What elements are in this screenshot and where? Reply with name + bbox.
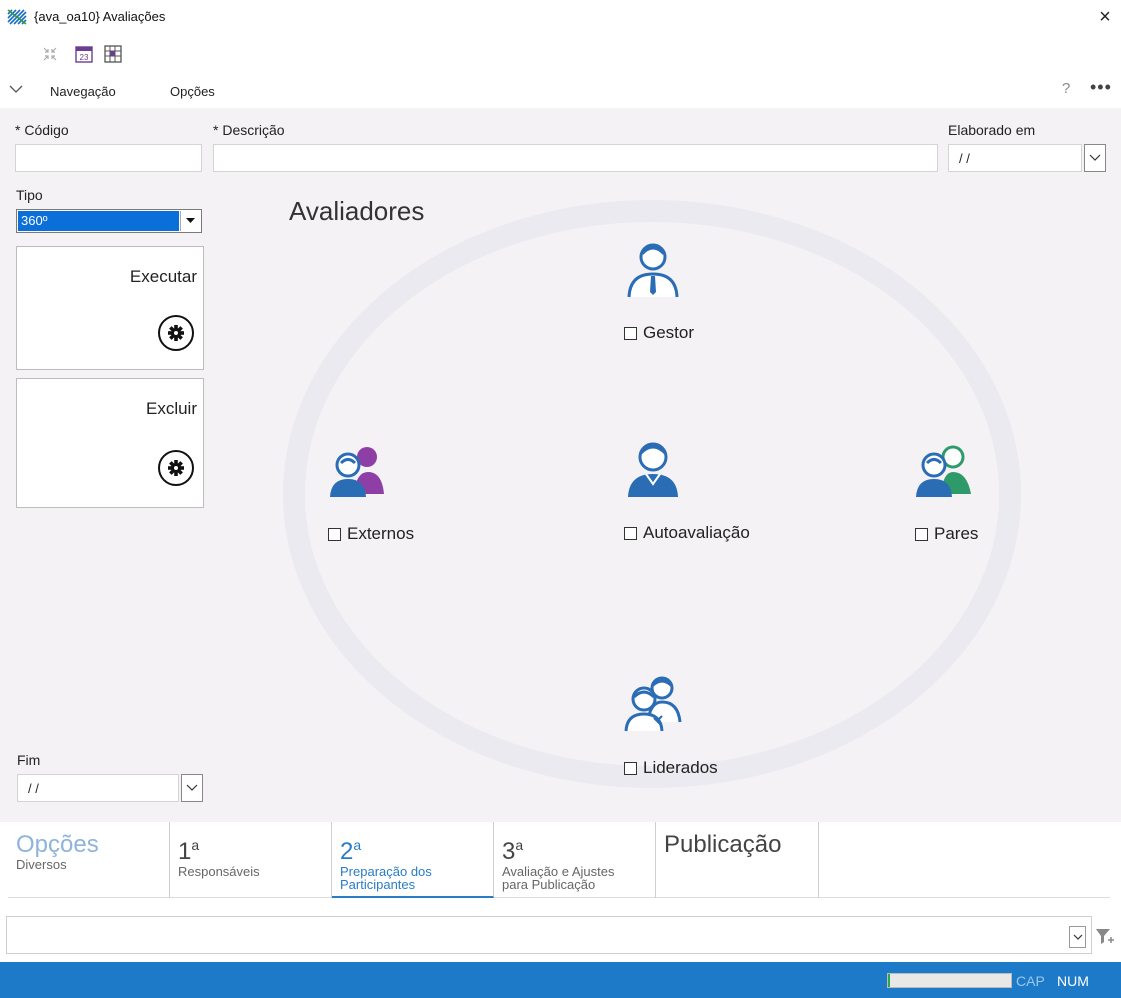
tab-preparacao-participantes[interactable]: 2a Preparação dos Participantes (332, 822, 494, 898)
self-person-icon (628, 442, 678, 497)
tab-title: 3a (502, 832, 655, 865)
tab-title: Opções (16, 831, 99, 858)
app-logo-icon (7, 9, 27, 25)
gestor-label: Gestor (643, 323, 695, 342)
tab-subtitle: Avaliação e Ajustes para Publicação (502, 864, 615, 892)
chevron-down-icon (1073, 934, 1082, 940)
tab-ordinal: a (353, 837, 362, 853)
checkbox-box[interactable] (624, 761, 637, 775)
autoavaliacao-checkbox[interactable]: Autoavaliação (624, 523, 750, 543)
progress-bar (887, 973, 1012, 988)
tab-number: 1 (178, 838, 192, 865)
tab-number: 3 (502, 838, 516, 865)
title-bar: {ava_oa10} Avaliações × (0, 0, 1121, 36)
filter-input[interactable] (6, 916, 1092, 954)
num-lock-indicator: NUM (1057, 973, 1089, 989)
tab-title: 1a (178, 832, 331, 865)
peers-icon (916, 445, 971, 497)
step-tabs: Opções Diversos 1a Responsáveis 2a Prepa… (8, 822, 1110, 898)
liderados-checkbox[interactable]: Liderados (624, 758, 718, 778)
caps-lock-indicator: CAP (1016, 973, 1045, 989)
manager-icon (627, 243, 679, 298)
grid-icon[interactable] (103, 44, 123, 64)
tab-subtitle: Diversos (16, 857, 67, 872)
tab-ordinal: a (515, 837, 524, 853)
toolbar: 23 (0, 40, 300, 68)
menu-bar: Navegação Opções ? ••• (0, 76, 1121, 106)
tab-number: 2 (340, 838, 354, 865)
tab-responsaveis[interactable]: 1a Responsáveis (170, 822, 332, 898)
more-options-icon[interactable]: ••• (1090, 77, 1112, 98)
chevron-down-icon (186, 784, 198, 791)
help-icon[interactable]: ? (1062, 80, 1070, 97)
tab-avaliacao-ajustes[interactable]: 3a Avaliação e Ajustes para Publicação (494, 822, 656, 898)
fim-label: Fim (17, 752, 41, 768)
menu-item-navegacao[interactable]: Navegação (50, 84, 116, 99)
fim-dropdown-button[interactable] (181, 774, 203, 802)
checkbox-box[interactable] (915, 527, 928, 541)
checkbox-box[interactable] (624, 326, 637, 340)
tab-title: 2a (340, 832, 493, 865)
calendar-icon[interactable]: 23 (74, 44, 94, 64)
externos-checkbox[interactable]: Externos (328, 524, 414, 544)
external-people-icon (330, 447, 384, 497)
fim-date-input[interactable]: / / (17, 774, 179, 802)
checkbox-box[interactable] (624, 526, 637, 540)
team-icon (624, 676, 682, 732)
filter-dropdown-button[interactable] (1069, 926, 1086, 948)
add-filter-icon[interactable] (1094, 926, 1114, 946)
gestor-checkbox[interactable]: Gestor (624, 323, 694, 343)
autoavaliacao-label: Autoavaliação (643, 523, 750, 542)
progress-fill (888, 974, 891, 987)
tab-opcoes-diversos[interactable]: Opções Diversos (8, 822, 170, 898)
chevron-down-icon[interactable] (8, 81, 24, 97)
checkbox-box[interactable] (328, 527, 341, 541)
tab-ordinal: a (191, 837, 200, 853)
calendar-day: 23 (80, 53, 89, 62)
externos-label: Externos (347, 524, 415, 543)
tab-publicacao[interactable]: Publicação (656, 822, 819, 898)
form-panel: * Código * Descrição Elaborado em / / Ti… (0, 108, 1121, 822)
collapse-icon[interactable] (40, 44, 60, 64)
tab-title: Publicação (664, 831, 782, 858)
menu-item-opcoes[interactable]: Opções (170, 84, 215, 99)
window-title: {ava_oa10} Avaliações (34, 9, 166, 24)
liderados-label: Liderados (643, 758, 718, 777)
pares-label: Pares (934, 524, 979, 543)
close-button[interactable]: × (1093, 5, 1117, 29)
tab-subtitle: Responsáveis (178, 864, 260, 879)
pares-checkbox[interactable]: Pares (915, 524, 978, 544)
tab-subtitle: Preparação dos Participantes (340, 864, 432, 892)
avaliadores-title: Avaliadores (289, 196, 425, 226)
status-bar: CAP NUM (0, 962, 1121, 998)
